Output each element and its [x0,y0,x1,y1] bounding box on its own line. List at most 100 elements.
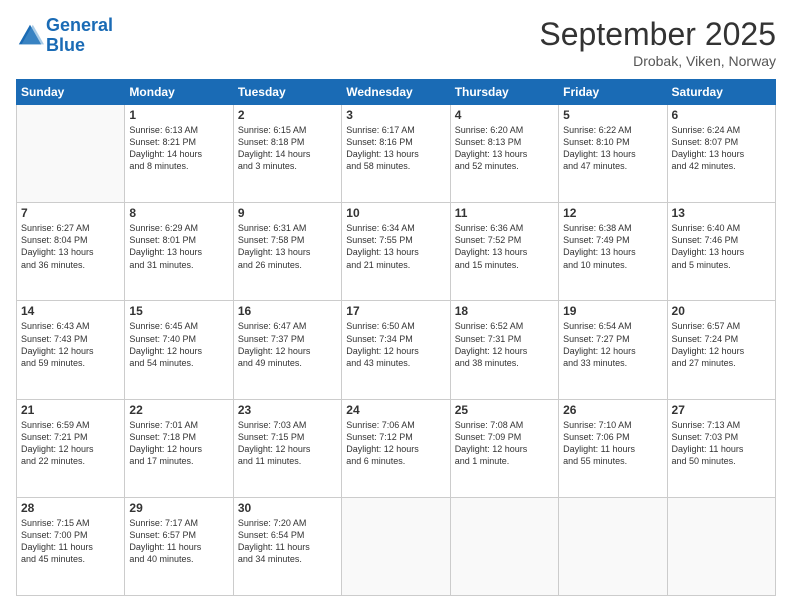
col-friday: Friday [559,80,667,105]
calendar-cell: 28 Sunrise: 7:15 AM Sunset: 7:00 PM Dayli… [17,497,125,595]
day-number: 18 [455,304,554,318]
calendar-cell [559,497,667,595]
calendar-cell: 6 Sunrise: 6:24 AM Sunset: 8:07 PM Daylig… [667,105,775,203]
day-number: 28 [21,501,120,515]
day-info: Sunrise: 7:08 AM Sunset: 7:09 PM Dayligh… [455,419,554,468]
col-thursday: Thursday [450,80,558,105]
day-info: Sunrise: 6:52 AM Sunset: 7:31 PM Dayligh… [455,320,554,369]
day-info: Sunrise: 6:15 AM Sunset: 8:18 PM Dayligh… [238,124,337,173]
calendar-cell: 22 Sunrise: 7:01 AM Sunset: 7:18 PM Dayli… [125,399,233,497]
col-sunday: Sunday [17,80,125,105]
day-info: Sunrise: 6:27 AM Sunset: 8:04 PM Dayligh… [21,222,120,271]
calendar-cell [667,497,775,595]
day-number: 8 [129,206,228,220]
day-info: Sunrise: 7:03 AM Sunset: 7:15 PM Dayligh… [238,419,337,468]
day-number: 6 [672,108,771,122]
day-info: Sunrise: 6:17 AM Sunset: 8:16 PM Dayligh… [346,124,445,173]
calendar-cell: 5 Sunrise: 6:22 AM Sunset: 8:10 PM Daylig… [559,105,667,203]
day-number: 5 [563,108,662,122]
calendar-cell [17,105,125,203]
calendar-week-row-1: 1Sunrise: 6:13 AM Sunset: 8:21 PM Daylig… [17,105,776,203]
calendar-cell: 2Sunrise: 6:15 AM Sunset: 8:18 PM Daylig… [233,105,341,203]
day-info: Sunrise: 6:47 AM Sunset: 7:37 PM Dayligh… [238,320,337,369]
calendar-week-row-5: 28 Sunrise: 7:15 AM Sunset: 7:00 PM Dayli… [17,497,776,595]
day-info: Sunrise: 6:24 AM Sunset: 8:07 PM Dayligh… [672,124,771,173]
day-number: 20 [672,304,771,318]
day-number: 27 [672,403,771,417]
calendar-cell: 20 Sunrise: 6:57 AM Sunset: 7:24 PM Dayli… [667,301,775,399]
header: General Blue September 2025 Drobak, Vike… [16,16,776,69]
day-number: 3 [346,108,445,122]
day-number: 10 [346,206,445,220]
day-info: Sunrise: 7:15 AM Sunset: 7:00 PM Dayligh… [21,517,120,566]
day-number: 14 [21,304,120,318]
logo-icon [16,22,44,50]
day-number: 11 [455,206,554,220]
day-number: 4 [455,108,554,122]
day-info: Sunrise: 6:20 AM Sunset: 8:13 PM Dayligh… [455,124,554,173]
calendar-cell: 19 Sunrise: 6:54 AM Sunset: 7:27 PM Dayli… [559,301,667,399]
calendar-week-row-3: 14 Sunrise: 6:43 AM Sunset: 7:43 PM Dayli… [17,301,776,399]
day-number: 13 [672,206,771,220]
calendar-cell: 11 Sunrise: 6:36 AM Sunset: 7:52 PM Dayli… [450,203,558,301]
col-monday: Monday [125,80,233,105]
calendar-cell: 4 Sunrise: 6:20 AM Sunset: 8:13 PM Daylig… [450,105,558,203]
day-number: 26 [563,403,662,417]
day-number: 21 [21,403,120,417]
calendar-header-row: Sunday Monday Tuesday Wednesday Thursday… [17,80,776,105]
day-number: 25 [455,403,554,417]
day-number: 7 [21,206,120,220]
day-info: Sunrise: 6:45 AM Sunset: 7:40 PM Dayligh… [129,320,228,369]
day-info: Sunrise: 6:22 AM Sunset: 8:10 PM Dayligh… [563,124,662,173]
calendar-cell: 21 Sunrise: 6:59 AM Sunset: 7:21 PM Dayli… [17,399,125,497]
col-tuesday: Tuesday [233,80,341,105]
day-number: 22 [129,403,228,417]
calendar-cell: 1Sunrise: 6:13 AM Sunset: 8:21 PM Daylig… [125,105,233,203]
day-info: Sunrise: 6:54 AM Sunset: 7:27 PM Dayligh… [563,320,662,369]
calendar-cell: 26 Sunrise: 7:10 AM Sunset: 7:06 PM Dayli… [559,399,667,497]
day-info: Sunrise: 6:43 AM Sunset: 7:43 PM Dayligh… [21,320,120,369]
title-block: September 2025 Drobak, Viken, Norway [539,16,776,69]
day-info: Sunrise: 6:57 AM Sunset: 7:24 PM Dayligh… [672,320,771,369]
day-info: Sunrise: 6:36 AM Sunset: 7:52 PM Dayligh… [455,222,554,271]
day-number: 29 [129,501,228,515]
calendar-cell: 10 Sunrise: 6:34 AM Sunset: 7:55 PM Dayli… [342,203,450,301]
day-info: Sunrise: 7:17 AM Sunset: 6:57 PM Dayligh… [129,517,228,566]
col-wednesday: Wednesday [342,80,450,105]
calendar-cell: 18 Sunrise: 6:52 AM Sunset: 7:31 PM Dayli… [450,301,558,399]
calendar-cell: 30Sunrise: 7:20 AM Sunset: 6:54 PM Dayli… [233,497,341,595]
calendar-cell [450,497,558,595]
page: General Blue September 2025 Drobak, Vike… [0,0,792,612]
day-info: Sunrise: 6:50 AM Sunset: 7:34 PM Dayligh… [346,320,445,369]
calendar-cell: 9Sunrise: 6:31 AM Sunset: 7:58 PM Daylig… [233,203,341,301]
day-number: 12 [563,206,662,220]
day-info: Sunrise: 6:29 AM Sunset: 8:01 PM Dayligh… [129,222,228,271]
day-info: Sunrise: 6:34 AM Sunset: 7:55 PM Dayligh… [346,222,445,271]
calendar-cell: 12 Sunrise: 6:38 AM Sunset: 7:49 PM Dayli… [559,203,667,301]
calendar-cell: 7 Sunrise: 6:27 AM Sunset: 8:04 PM Daylig… [17,203,125,301]
day-info: Sunrise: 7:10 AM Sunset: 7:06 PM Dayligh… [563,419,662,468]
day-number: 15 [129,304,228,318]
logo-text: General Blue [46,16,113,56]
calendar-cell: 25 Sunrise: 7:08 AM Sunset: 7:09 PM Dayli… [450,399,558,497]
calendar-week-row-4: 21 Sunrise: 6:59 AM Sunset: 7:21 PM Dayli… [17,399,776,497]
calendar-week-row-2: 7 Sunrise: 6:27 AM Sunset: 8:04 PM Daylig… [17,203,776,301]
day-info: Sunrise: 7:13 AM Sunset: 7:03 PM Dayligh… [672,419,771,468]
day-number: 17 [346,304,445,318]
calendar-cell: 13Sunrise: 6:40 AM Sunset: 7:46 PM Dayli… [667,203,775,301]
day-number: 19 [563,304,662,318]
day-info: Sunrise: 6:59 AM Sunset: 7:21 PM Dayligh… [21,419,120,468]
calendar-cell: 27 Sunrise: 7:13 AM Sunset: 7:03 PM Dayli… [667,399,775,497]
calendar-cell: 8 Sunrise: 6:29 AM Sunset: 8:01 PM Daylig… [125,203,233,301]
day-number: 1 [129,108,228,122]
calendar-cell: 16Sunrise: 6:47 AM Sunset: 7:37 PM Dayli… [233,301,341,399]
calendar-cell: 29 Sunrise: 7:17 AM Sunset: 6:57 PM Dayli… [125,497,233,595]
calendar-cell: 24 Sunrise: 7:06 AM Sunset: 7:12 PM Dayli… [342,399,450,497]
day-info: Sunrise: 7:06 AM Sunset: 7:12 PM Dayligh… [346,419,445,468]
logo-line2: Blue [46,35,85,55]
day-info: Sunrise: 7:01 AM Sunset: 7:18 PM Dayligh… [129,419,228,468]
day-info: Sunrise: 7:20 AM Sunset: 6:54 PM Dayligh… [238,517,337,566]
day-number: 24 [346,403,445,417]
calendar-cell [342,497,450,595]
day-info: Sunrise: 6:38 AM Sunset: 7:49 PM Dayligh… [563,222,662,271]
